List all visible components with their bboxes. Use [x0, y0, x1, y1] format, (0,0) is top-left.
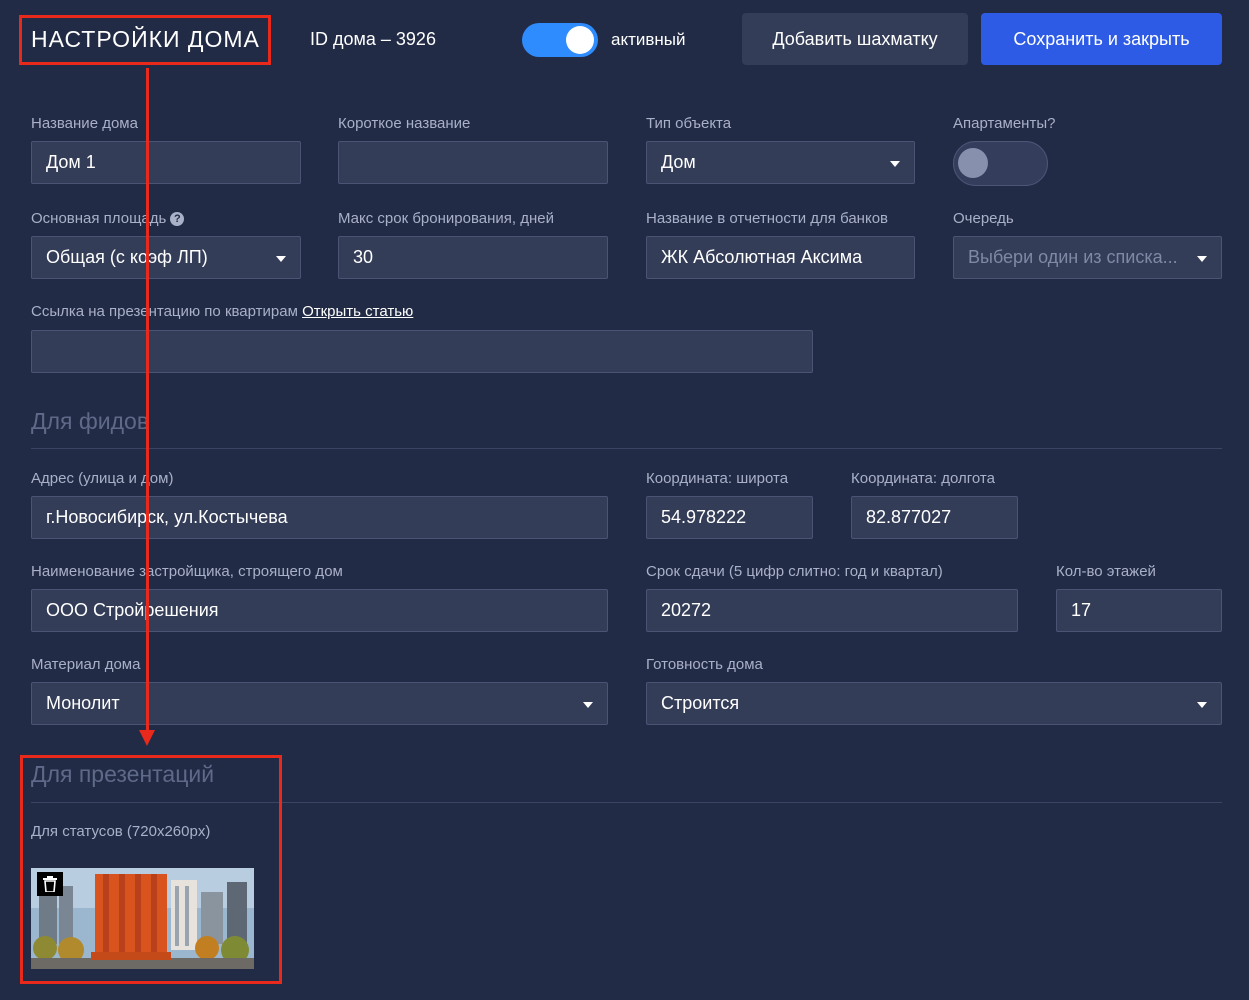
deadline-label: Срок сдачи (5 цифр слитно: год и квартал… [646, 563, 943, 580]
presentation-link-label-text: Ссылка на презентацию по квартирам [31, 303, 298, 320]
deadline-input[interactable]: 20272 [646, 589, 1018, 632]
save-close-button[interactable]: Сохранить и закрыть [981, 13, 1222, 65]
max-booking-value: 30 [353, 247, 374, 267]
queue-select[interactable]: Выбери один из списка... [953, 236, 1222, 279]
max-booking-label: Макс срок бронирования, дней [338, 210, 554, 227]
dropdown-caret-icon [583, 702, 593, 708]
floors-label: Кол-во этажей [1056, 563, 1156, 580]
dropdown-caret-icon [1197, 702, 1207, 708]
queue-label: Очередь [953, 210, 1014, 227]
longitude-value: 82.877027 [866, 507, 952, 527]
latitude-label: Координата: широта [646, 470, 789, 487]
material-label: Материал дома [31, 656, 141, 673]
object-type-label: Тип объекта [646, 115, 732, 132]
add-chess-button[interactable]: Добавить шахматку [742, 13, 968, 65]
address-value: г.Новосибирск, ул.Костычева [46, 507, 288, 527]
house-name-input[interactable]: Дом 1 [31, 141, 301, 184]
dropdown-caret-icon [276, 256, 286, 262]
annotation-arrowhead [139, 730, 155, 746]
latitude-value: 54.978222 [661, 507, 747, 527]
floors-value: 17 [1071, 600, 1092, 620]
main-area-label: Основная площадь? [31, 210, 185, 227]
floors-input[interactable]: 17 [1056, 589, 1222, 632]
house-name-label: Название дома [31, 115, 138, 132]
apartments-toggle[interactable] [953, 141, 1048, 186]
open-article-link[interactable]: Открыть статью [302, 303, 413, 320]
toggle-knob [566, 26, 594, 54]
bank-report-name-value: ЖК Абсолютная Аксима [661, 247, 863, 267]
title-highlight-box [19, 15, 271, 65]
active-label: активный [611, 30, 686, 49]
annotation-arrow-line [146, 68, 149, 732]
longitude-input[interactable]: 82.877027 [851, 496, 1018, 539]
house-name-value: Дом 1 [46, 152, 96, 172]
feeds-divider [31, 448, 1222, 449]
queue-placeholder: Выбери один из списка... [968, 247, 1178, 267]
presentation-link-label: Ссылка на презентацию по квартирам Откры… [31, 303, 413, 320]
readiness-label: Готовность дома [646, 656, 763, 673]
bank-report-name-input[interactable]: ЖК Абсолютная Аксима [646, 236, 915, 279]
developer-label: Наименование застройщика, строящего дом [31, 563, 343, 580]
max-booking-input[interactable]: 30 [338, 236, 608, 279]
short-name-input[interactable] [338, 141, 608, 184]
main-area-value: Общая (с коэф ЛП) [46, 247, 208, 267]
short-name-label: Короткое название [338, 115, 471, 132]
deadline-value: 20272 [661, 600, 712, 620]
house-id: ID дома – 3926 [310, 29, 436, 49]
latitude-input[interactable]: 54.978222 [646, 496, 813, 539]
developer-value: ООО Стройрешения [46, 600, 219, 620]
object-type-select[interactable]: Дом [646, 141, 915, 184]
address-label: Адрес (улица и дом) [31, 470, 174, 487]
material-value: Монолит [46, 693, 120, 713]
dropdown-caret-icon [890, 161, 900, 167]
dropdown-caret-icon [1197, 256, 1207, 262]
apartments-label: Апартаменты? [953, 115, 1056, 132]
feeds-section-title: Для фидов [31, 408, 150, 434]
help-icon[interactable]: ? [170, 212, 185, 226]
longitude-label: Координата: долгота [851, 470, 995, 487]
readiness-value: Строится [661, 693, 740, 713]
readiness-select[interactable]: Строится [646, 682, 1222, 725]
material-select[interactable]: Монолит [31, 682, 608, 725]
active-toggle[interactable] [522, 23, 598, 57]
main-area-select[interactable]: Общая (с коэф ЛП) [31, 236, 301, 279]
presentations-highlight-box [20, 755, 282, 984]
developer-input[interactable]: ООО Стройрешения [31, 589, 608, 632]
address-input[interactable]: г.Новосибирск, ул.Костычева [31, 496, 608, 539]
toggle-knob [958, 148, 988, 178]
bank-report-name-label: Название в отчетности для банков [646, 210, 888, 227]
object-type-value: Дом [661, 152, 696, 172]
